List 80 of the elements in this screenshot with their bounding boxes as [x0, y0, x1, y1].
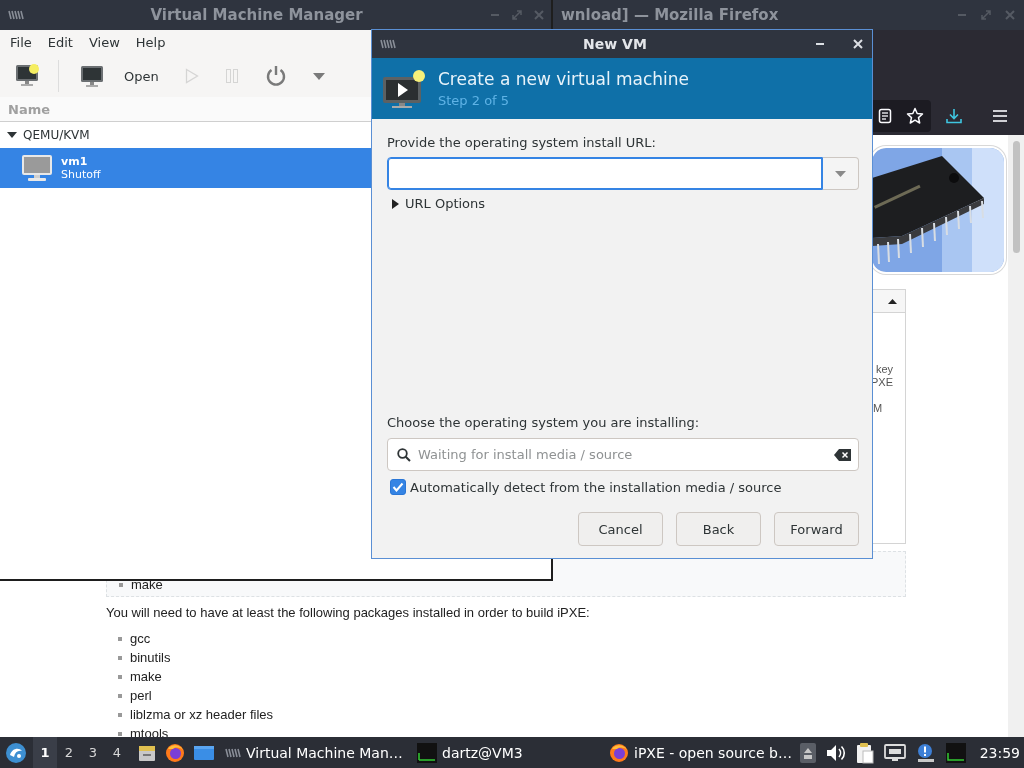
list-item: make	[130, 669, 162, 684]
app-logo-icon	[8, 9, 24, 21]
expanded-caret-icon[interactable]	[7, 130, 17, 140]
workspace-button[interactable]: 4	[105, 737, 129, 768]
open-button[interactable]: Open	[67, 58, 172, 94]
bullet-icon	[118, 712, 122, 717]
reader-view-icon[interactable]	[878, 108, 892, 124]
back-button[interactable]: Back	[676, 512, 761, 546]
list-item: binutils	[130, 650, 171, 665]
pause-icon	[224, 68, 239, 84]
checkbox[interactable]	[390, 479, 406, 495]
collapse-caret-icon[interactable]	[888, 298, 897, 304]
field-label: Provide the operating system install URL:	[387, 135, 657, 150]
workspace-button[interactable]: 2	[57, 737, 81, 768]
text-fragment: key	[875, 363, 893, 376]
scroll-up-icon[interactable]	[799, 742, 816, 763]
forward-button[interactable]: Forward	[774, 512, 859, 546]
power-icon	[264, 65, 287, 87]
url-options-expander[interactable]: URL Options	[387, 196, 859, 211]
paragraph: You will need to have at least the following packages installed in order to build iPXE:	[106, 605, 591, 620]
firefox-icon	[609, 742, 629, 763]
taskbar-task[interactable]: Virtual Machine Man…	[221, 737, 413, 768]
play-icon	[184, 68, 199, 84]
text-fragment: M	[873, 402, 883, 415]
dropdown-button[interactable]	[823, 157, 859, 190]
dialog-heading: Create a new virtual machine	[438, 69, 690, 89]
download-icon[interactable]	[946, 108, 962, 124]
clipboard-icon[interactable]	[855, 741, 874, 764]
workspace-button[interactable]: 3	[81, 737, 105, 768]
taskbar-task[interactable]: dartz@VM3	[413, 737, 605, 768]
clock[interactable]: 23:59	[979, 744, 1020, 761]
monitor-icon	[15, 64, 41, 88]
cancel-button[interactable]: Cancel	[578, 512, 663, 546]
clear-icon[interactable]	[834, 449, 851, 461]
taskbar-task[interactable]: iPXE - open source b…	[605, 737, 797, 768]
checkmark-icon	[392, 482, 404, 492]
monitor-icon	[80, 64, 104, 88]
app-logo-icon	[225, 746, 241, 759]
window-title: New VM	[582, 36, 648, 52]
start-menu-icon[interactable]	[5, 741, 27, 764]
bullet-icon	[118, 636, 122, 641]
search-field[interactable]: Waiting for install media / source	[387, 438, 859, 471]
menu-item[interactable]: Edit	[39, 33, 81, 52]
list-item: perl	[130, 688, 152, 703]
window-title: Virtual Machine Manager	[149, 6, 364, 24]
bullet-icon	[118, 693, 122, 698]
bullet-icon	[118, 674, 122, 679]
network-icon[interactable]	[883, 743, 906, 762]
terminal-icon	[417, 742, 437, 763]
menu-item[interactable]: File	[2, 33, 40, 52]
menu-icon[interactable]	[992, 109, 1008, 123]
vm-name: vm1	[61, 155, 89, 168]
vm-status: Shutoff	[61, 168, 101, 181]
system-monitor-icon[interactable]	[945, 742, 966, 763]
field-label: Choose the operating system you are installing:	[387, 415, 701, 430]
search-icon	[397, 448, 411, 462]
volume-icon[interactable]	[825, 743, 846, 762]
monitor-play-icon	[381, 68, 427, 109]
caret-icon	[835, 170, 846, 177]
firefox-icon[interactable]	[165, 742, 185, 763]
menu-item[interactable]: View	[80, 33, 128, 52]
bullet-icon	[119, 582, 123, 587]
menu-item[interactable]: Help	[127, 33, 174, 52]
bullet-icon	[118, 731, 122, 736]
bookmark-star-icon[interactable]	[906, 107, 924, 125]
list-item: make	[131, 577, 163, 592]
workspace-button[interactable]: 1	[33, 737, 57, 768]
caret-icon	[312, 72, 325, 80]
list-item: gcc	[130, 631, 151, 646]
app-logo-icon	[380, 38, 396, 50]
bullet-icon	[118, 655, 122, 660]
step-indicator: Step 2 of 5	[438, 93, 511, 108]
url-field[interactable]	[387, 157, 823, 190]
window-title: wnload] — Mozilla Firefox	[561, 6, 779, 24]
window-icon[interactable]	[193, 743, 215, 762]
scrollbar-thumb[interactable]	[1012, 141, 1020, 253]
monitor-icon	[21, 154, 53, 182]
list-item: liblzma or xz header files	[130, 707, 274, 722]
auto-detect-checkbox[interactable]: Automatically detect from the installation media / source	[387, 479, 859, 495]
notification-icon[interactable]	[915, 742, 936, 763]
